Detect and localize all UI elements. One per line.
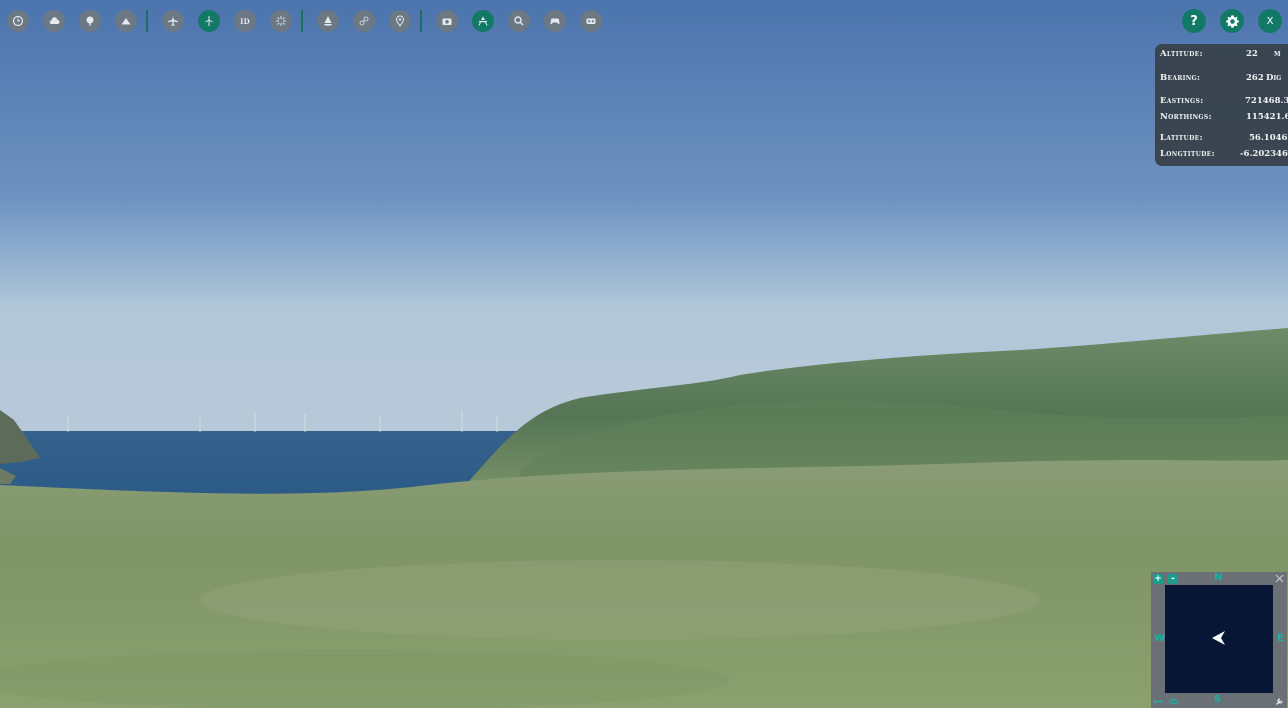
longitude-value: -6.202346	[1240, 149, 1288, 159]
bearing-label: Bearing:	[1160, 73, 1201, 83]
eye-icon	[1168, 698, 1178, 704]
eastings-value: 721468.3	[1245, 96, 1288, 106]
map-pin-icon[interactable]	[389, 10, 411, 32]
close-button[interactable]: X	[1258, 9, 1282, 33]
bearing-value: 262	[1246, 73, 1264, 83]
id-icon[interactable]: ID	[234, 10, 256, 32]
help-button[interactable]: ?	[1182, 9, 1206, 33]
expand-map-button[interactable]	[1274, 573, 1284, 583]
3d-scene-viewport[interactable]	[0, 0, 1288, 708]
measure-button[interactable]	[1153, 696, 1163, 706]
top-right-controls: ? X	[1168, 9, 1282, 33]
east-label: E	[1277, 633, 1284, 644]
minimap-canvas[interactable]	[1165, 585, 1273, 693]
eastings-label: Eastings:	[1160, 96, 1204, 106]
vr-headset-icon[interactable]	[580, 10, 602, 32]
west-label: W	[1154, 633, 1166, 644]
toolbar-divider	[146, 10, 148, 32]
pin-map-button[interactable]	[1274, 696, 1284, 706]
longitude-label: Longtitude:	[1160, 149, 1215, 159]
gamepad-icon[interactable]	[544, 10, 566, 32]
northings-row: Northings: 115421.6	[1160, 111, 1288, 123]
airplane-icon[interactable]	[162, 10, 184, 32]
south-label: S	[1214, 694, 1222, 705]
id-icon-label: ID	[240, 16, 250, 26]
terrain-icon[interactable]	[115, 10, 137, 32]
north-label: N	[1214, 572, 1223, 583]
tree-icon[interactable]	[79, 10, 101, 32]
altitude-unit: m	[1274, 49, 1281, 59]
viewer-direction-icon	[1212, 631, 1225, 645]
cloud-icon[interactable]	[43, 10, 65, 32]
link-icon[interactable]	[353, 10, 375, 32]
zoom-out-button[interactable]: -	[1168, 574, 1178, 584]
bearing-row: Bearing: 262 Dig	[1160, 72, 1284, 84]
latitude-row: Latitude: 56.10462	[1160, 132, 1288, 144]
sparkle-icon[interactable]	[270, 10, 292, 32]
camera-icon[interactable]	[436, 10, 458, 32]
toolbar-divider	[420, 10, 422, 32]
viewpoint-icon[interactable]	[472, 10, 494, 32]
settings-button[interactable]	[1220, 9, 1244, 33]
clock-icon[interactable]	[7, 10, 29, 32]
zoom-out-label: -	[1171, 574, 1175, 584]
gear-icon	[1225, 14, 1239, 28]
latitude-value: 56.10462	[1249, 133, 1288, 143]
altitude-value: 22	[1246, 49, 1258, 59]
eastings-row: Eastings: 721468.3	[1160, 95, 1288, 107]
view-toggle-button[interactable]	[1168, 696, 1178, 706]
measure-icon	[1153, 699, 1163, 703]
help-button-label: ?	[1190, 13, 1198, 29]
main-toolbar: ID	[7, 9, 616, 33]
position-info-panel: Altitude: 22 m Bearing: 262 Dig Eastings…	[1155, 44, 1288, 166]
expand-icon	[1275, 574, 1283, 582]
latitude-label: Latitude:	[1160, 133, 1203, 143]
altitude-label: Altitude:	[1160, 49, 1203, 59]
zoom-in-button[interactable]: +	[1153, 574, 1163, 584]
northings-label: Northings:	[1160, 112, 1212, 122]
wrench-icon	[1275, 697, 1283, 705]
close-button-label: X	[1266, 15, 1274, 27]
altitude-row: Altitude: 22 m	[1160, 48, 1284, 60]
wind-turbine-icon[interactable]	[198, 10, 220, 32]
zoom-in-label: +	[1154, 574, 1162, 584]
sailboat-icon[interactable]	[317, 10, 339, 32]
longitude-row: Longtitude: -6.202346	[1160, 148, 1288, 160]
toolbar-divider	[301, 10, 303, 32]
bearing-unit: Dig	[1266, 73, 1282, 83]
minimap: + - N W E S	[1151, 572, 1287, 708]
search-icon[interactable]	[508, 10, 530, 32]
northings-value: 115421.6	[1246, 112, 1288, 122]
